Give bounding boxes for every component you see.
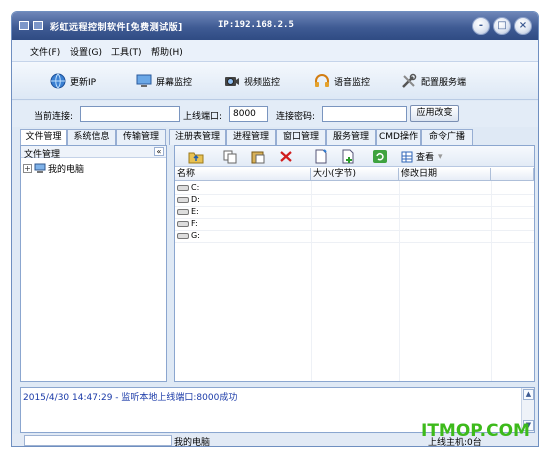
tab-file-management[interactable]: 文件管理 [20,129,67,146]
voice-monitor-button[interactable]: 语音监控 [314,71,370,91]
chevron-down-icon: ▾ [438,151,443,162]
paste-icon[interactable] [250,149,266,164]
file-tree-panel: 文件管理 « + 我的电脑 [20,145,167,382]
drive-icon [177,197,189,203]
column-header-name[interactable]: 名称 [175,168,311,181]
tab-broadcast[interactable]: 命令广播 [421,129,473,145]
menu-bar: 文件(F) 设置(G) 工具(T) 帮助(H) [12,40,538,62]
drive-icon [177,185,189,191]
up-folder-icon[interactable] [188,149,204,164]
screen-monitor-label: 屏幕监控 [156,77,193,88]
file-tree-title: 文件管理 [24,150,61,160]
grid-row-line [175,242,534,243]
tab-service[interactable]: 服务管理 [326,129,376,145]
drive-label: E: [191,207,199,216]
drive-label: D: [191,195,200,204]
file-row-drive-d[interactable]: D: [177,194,532,206]
video-monitor-label: 视频监控 [244,77,281,88]
connection-password-label: 连接密码: [276,112,316,122]
current-connection-label: 当前连接: [34,112,74,122]
drive-label: C: [191,183,200,192]
drive-label: F: [191,219,198,228]
tree-item-my-computer[interactable]: + 我的电脑 [23,162,85,175]
tab-registry[interactable]: 注册表管理 [169,129,226,145]
refresh-icon[interactable] [372,149,388,164]
camera-icon [225,77,239,86]
column-header-size[interactable]: 大小(字节) [311,168,399,181]
menu-file[interactable]: 文件(F) [30,45,60,58]
file-row-drive-e[interactable]: E: [177,206,532,218]
file-list-panel: 查看 ▾ 名称 大小(字节) 修改日期 C: D: E: F: G: [174,145,535,382]
drive-icon [177,209,189,215]
monitor-icon [136,74,152,87]
window-title: 彩虹远程控制软件[免费测试版] [50,23,183,33]
tab-process[interactable]: 进程管理 [226,129,276,145]
scroll-up-icon[interactable]: ▲ [523,389,534,400]
main-window: 彩虹远程控制软件[免费测试版] IP:192.168.2.5 - □ × 文件(… [11,11,539,447]
copy-icon[interactable] [222,149,238,164]
app-icon [19,21,29,30]
column-header-date[interactable]: 修改日期 [399,168,491,181]
minimize-button[interactable]: - [472,17,490,35]
add-file-icon[interactable] [340,149,356,164]
tab-strip: 文件管理 系统信息 传输管理 注册表管理 进程管理 窗口管理 服务管理 CMD操… [12,129,538,146]
collapse-panel-button[interactable]: « [154,147,164,156]
main-toolbar: 更新IP 屏幕监控 视频监控 语音监控 配置服务端 [12,62,538,100]
app-icon-secondary [33,21,43,30]
online-port-label: 上线端口: [183,112,223,122]
computer-icon [34,163,46,173]
delete-icon[interactable] [278,149,294,164]
menu-tools[interactable]: 工具(T) [111,45,142,58]
status-computer: 我的电脑 [174,438,211,447]
title-bar[interactable]: 彩虹远程控制软件[免费测试版] IP:192.168.2.5 - □ × [12,12,538,40]
new-file-icon[interactable] [313,149,329,164]
tab-window[interactable]: 窗口管理 [276,129,326,145]
view-grid-icon [401,151,413,162]
close-button[interactable]: × [514,17,532,35]
voice-monitor-label: 语音监控 [334,77,371,88]
log-entry: 2015/4/30 14:47:29 - 监听本地上线端口:8000成功 [23,393,238,403]
file-row-drive-f[interactable]: F: [177,218,532,230]
configure-server-button[interactable]: 配置服务端 [401,71,466,91]
column-header-extra [491,168,534,181]
configure-server-label: 配置服务端 [421,77,467,88]
drive-icon [177,233,189,239]
apply-changes-button[interactable]: 应用改变 [410,105,459,122]
online-port-input[interactable]: 8000 [229,106,268,122]
view-menu-button[interactable]: 查看 ▾ [401,150,443,163]
connection-row: 当前连接: 上线端口: 8000 连接密码: 应用改变 [12,101,538,127]
drive-icon [177,221,189,227]
video-monitor-button[interactable]: 视频监控 [224,71,280,91]
update-ip-button[interactable]: 更新IP [50,71,96,91]
tools-icon [402,73,417,88]
update-ip-label: 更新IP [70,77,97,88]
tab-transfer[interactable]: 传输管理 [116,129,166,145]
expand-icon[interactable]: + [23,163,32,173]
site-watermark: ITMOP.COM [421,421,530,441]
tab-system-info[interactable]: 系统信息 [67,129,116,145]
headset-icon [315,74,329,87]
status-cell-empty [24,435,172,446]
file-tree-header: 文件管理 « [21,146,166,160]
tab-cmd[interactable]: CMD操作 [376,129,421,145]
globe-icon [50,73,66,89]
file-toolbar: 查看 ▾ [175,146,534,167]
tree-root-label: 我的电脑 [48,164,85,175]
menu-help[interactable]: 帮助(H) [151,45,183,58]
screen-monitor-button[interactable]: 屏幕监控 [136,71,192,91]
menu-settings[interactable]: 设置(G) [70,45,102,58]
maximize-button[interactable]: □ [493,17,511,35]
connection-password-input[interactable] [322,106,407,122]
ip-address-label: IP:192.168.2.5 [218,20,294,30]
file-row-drive-c[interactable]: C: [177,182,532,194]
drive-label: G: [191,231,200,240]
view-label: 查看 [416,153,435,163]
file-row-drive-g[interactable]: G: [177,230,532,242]
current-connection-input[interactable] [80,106,180,122]
